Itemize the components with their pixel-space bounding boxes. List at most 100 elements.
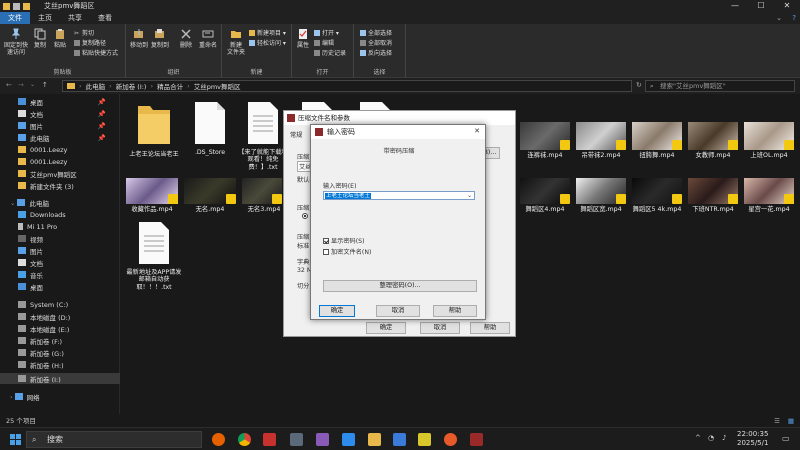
video-thumbnail[interactable] [576,178,626,204]
properties-button[interactable]: 属性 [295,28,311,49]
nav-item-desktop[interactable]: 桌面 📌 [0,96,120,107]
nav-item-drive-d[interactable]: 本地磁盘 (D:) [0,311,120,322]
nav-item-phone[interactable]: Mi 11 Pro [0,221,120,232]
winrar-icon[interactable] [470,433,483,446]
cut-button[interactable]: ✂ 剪切 [74,28,94,38]
app-icon[interactable] [444,433,457,446]
tab-share[interactable]: 共享 [60,12,90,24]
network-icon[interactable]: ◔ [708,434,714,442]
nav-item-videos[interactable]: 视频 [0,233,120,244]
ok-button[interactable]: 确定 [366,322,406,334]
video-thumbnail[interactable] [688,178,738,204]
nav-item-pictures[interactable]: 图片 📌 [0,120,120,131]
copy-button[interactable]: 复制 [31,28,49,49]
video-thumbnail[interactable] [632,122,682,150]
video-thumbnail[interactable] [520,122,570,150]
video-thumbnail[interactable] [242,178,282,204]
nav-item-desktop2[interactable]: 桌面 [0,281,120,292]
cancel-button[interactable]: 取消 [420,322,460,334]
app-icon[interactable] [393,433,406,446]
maximize-button[interactable]: ☐ [748,0,774,12]
video-thumbnail[interactable] [688,122,738,150]
nav-item-documents2[interactable]: 文档 [0,257,120,268]
video-thumbnail[interactable] [744,122,794,150]
password-input[interactable]: 上老王论坛当老王 ⌄ [323,191,475,200]
new-folder-button[interactable]: 新建 文件夹 [225,28,247,56]
close-button[interactable]: ✕ [474,127,480,135]
easy-access-button[interactable]: 轻松访问 ▾ [249,38,286,47]
back-arrow-icon[interactable]: ← [6,81,12,89]
nav-item-drive-c[interactable]: System (C:) [0,299,120,310]
pin-quick-access-button[interactable]: 固定到快速访问 [3,28,29,56]
ok-button[interactable]: 确定 [319,305,355,317]
tab-home[interactable]: 主页 [30,12,60,24]
cancel-button[interactable]: 取消 [376,305,420,317]
nav-item-folder[interactable]: 0001.Leezy [0,144,120,155]
breadcrumb-item[interactable]: 艾丝pmv舞蹈区 [194,81,241,91]
tab-file[interactable]: 文件 [0,12,30,24]
nav-item-music[interactable]: 音乐 [0,269,120,280]
nav-item-this-pc-pinned[interactable]: 此电脑 📌 [0,132,120,143]
video-thumbnail[interactable] [632,178,682,204]
open-button[interactable]: 打开 ▾ [314,28,339,37]
ribbon-collapse-icon[interactable]: ⌄ [776,14,782,22]
select-all-button[interactable]: 全部选择 [360,28,392,37]
clock[interactable]: 22:00:35 2025/5/1 [737,430,768,448]
chevron-down-icon[interactable]: ⌄ [467,192,472,199]
copy-to-button[interactable]: 复制到 [150,28,170,49]
nav-item-downloads[interactable]: Downloads [0,209,120,220]
refresh-icon[interactable]: ↻ [636,81,642,89]
breadcrumb-item[interactable]: 新加卷 (I:) [116,81,147,91]
nav-item-pictures2[interactable]: 图片 [0,245,120,256]
breadcrumb-item[interactable]: 此电脑 [86,81,106,91]
file-item-txt[interactable]: 【来了就能下载和观看！纯免费！】.txt [238,100,288,171]
help-button[interactable]: 帮助 [470,322,510,334]
app-icon[interactable] [263,433,276,446]
tab-view[interactable]: 查看 [90,12,120,24]
nav-item-documents[interactable]: 文档 📌 [0,108,120,119]
edit-button[interactable]: 编辑 [314,38,334,47]
paste-shortcut-button[interactable]: 粘贴快捷方式 [74,48,118,57]
nav-item-folder[interactable]: 0001.Leezy [0,156,120,167]
video-thumbnail[interactable] [520,178,570,204]
tiles-view-icon[interactable]: ▦ [788,415,794,427]
file-explorer-icon[interactable] [368,433,381,446]
video-thumbnail[interactable] [576,122,626,150]
up-arrow-icon[interactable]: ↑ [42,81,48,89]
organize-passwords-button[interactable]: 整理密码(O)... [323,280,477,292]
select-none-button[interactable]: 全部取消 [360,38,392,47]
tray-chevron-icon[interactable]: ^ [695,434,701,442]
show-password-checkbox[interactable]: 显示密码(S) [323,236,365,245]
nav-item-folder[interactable]: 艾丝pmv舞蹈区 [0,168,120,179]
nav-item-folder[interactable]: 新建文件夹 (3) [0,180,120,191]
breadcrumb-item[interactable]: 精品合计 [157,81,183,91]
help-button[interactable]: 帮助 [433,305,477,317]
notification-icon[interactable]: ▭ [782,434,790,443]
method-select[interactable]: 标准 [297,241,309,250]
close-button[interactable]: ✕ [774,0,800,12]
delete-button[interactable]: 删除 [177,28,195,49]
help-icon[interactable]: ? [792,14,796,22]
chrome-icon[interactable] [238,433,251,446]
invert-selection-button[interactable]: 反向选择 [360,48,392,57]
firefox-icon[interactable] [212,433,225,446]
app-icon[interactable] [342,433,355,446]
taskbar-search[interactable]: ⌕ 搜索 [26,431,202,448]
tab-general[interactable]: 常规 [290,130,302,139]
video-thumbnail[interactable] [126,178,178,204]
nav-item-this-pc[interactable]: ⌄ 此电脑 [0,197,120,208]
nav-item-drive-i[interactable]: 新加卷 (I:) [0,373,120,384]
copy-path-button[interactable]: 复制路径 [74,38,106,47]
rename-button[interactable]: 重命名 [197,28,219,49]
details-view-icon[interactable]: ☰ [774,415,780,427]
app-icon[interactable] [316,433,329,446]
recent-chevron-icon[interactable]: ⌄ [30,81,35,88]
nav-item-drive-f[interactable]: 新加卷 (F:) [0,335,120,346]
app-icon[interactable] [418,433,431,446]
history-button[interactable]: 历史记录 [314,48,346,57]
nav-item-network[interactable]: › 网络 [0,391,120,402]
encrypt-filenames-checkbox[interactable]: 加密文件名(N) [323,247,371,256]
search-input[interactable]: ⌕ 搜索"艾丝pmv舞蹈区" [645,80,795,92]
windows-start-icon[interactable] [10,434,21,445]
video-thumbnail[interactable] [744,178,794,204]
